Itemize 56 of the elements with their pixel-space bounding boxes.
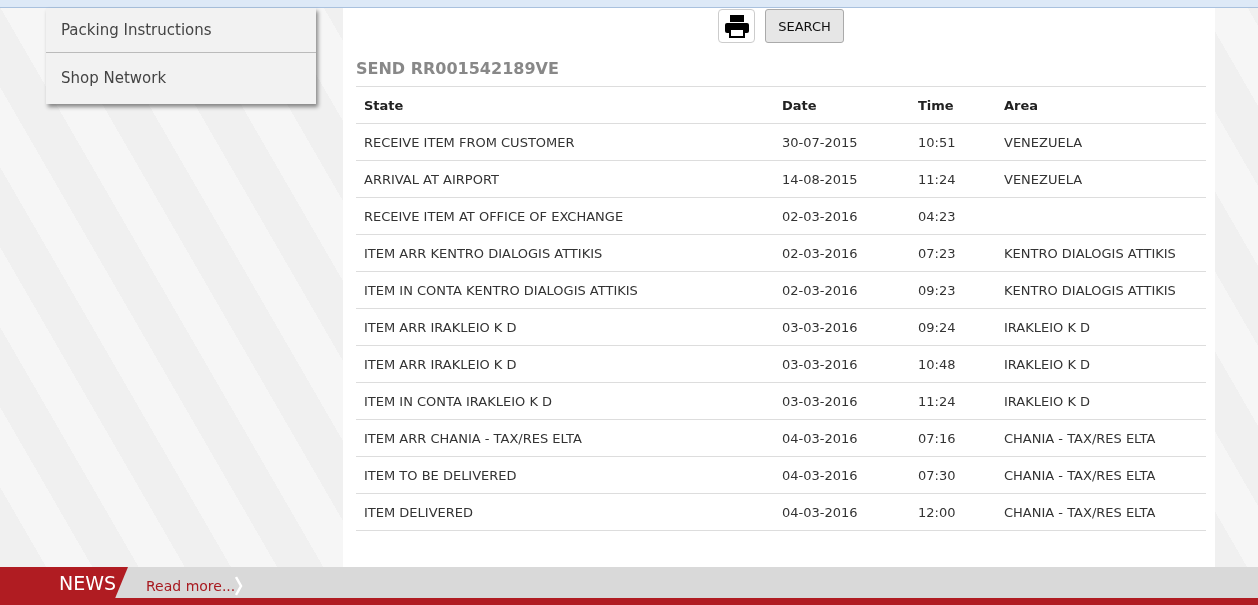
menu-item[interactable]: Shop Network [46, 52, 316, 104]
table-cell: ITEM ARR CHANIA - TAX/RES ELTA [356, 419, 774, 457]
table-cell: 04-03-2016 [774, 456, 910, 494]
table-cell: 10:51 [910, 123, 996, 161]
news-label: NEWS [0, 567, 128, 598]
table-cell: 11:24 [910, 382, 996, 420]
column-header: State [356, 87, 774, 124]
table-cell: 07:23 [910, 234, 996, 272]
table-cell: 04-03-2016 [774, 419, 910, 457]
chevron-icon [235, 575, 244, 596]
table-cell: VENEZUELA [996, 160, 1206, 198]
table-cell: 12:00 [910, 493, 996, 531]
table-cell: 04:23 [910, 197, 996, 235]
print-button[interactable] [718, 9, 756, 43]
table-cell: 03-03-2016 [774, 382, 910, 420]
table-cell: ITEM DELIVERED [356, 493, 774, 531]
table-cell: ARRIVAL AT AIRPORT [356, 160, 774, 198]
table-cell: 03-03-2016 [774, 308, 910, 346]
table-cell: KENTRO DIALOGIS ATTIKIS [996, 271, 1206, 309]
table-cell: KENTRO DIALOGIS ATTIKIS [996, 234, 1206, 272]
table-cell: RECEIVE ITEM FROM CUSTOMER [356, 123, 774, 161]
table-cell: ITEM ARR IRAKLEIO K D [356, 308, 774, 346]
table-cell: 02-03-2016 [774, 197, 910, 235]
table-cell: 07:30 [910, 456, 996, 494]
menu-item[interactable]: Packing Instructions [46, 8, 316, 52]
table-cell: CHANIA - TAX/RES ELTA [996, 419, 1206, 457]
column-header: Time [910, 87, 996, 124]
table-cell: VENEZUELA [996, 123, 1206, 161]
table-cell: ITEM ARR IRAKLEIO K D [356, 345, 774, 383]
table-cell: 02-03-2016 [774, 234, 910, 272]
table-cell: 14-08-2015 [774, 160, 910, 198]
table-cell: ITEM IN CONTA KENTRO DIALOGIS ATTIKIS [356, 271, 774, 309]
table-cell: 03-03-2016 [774, 345, 910, 383]
table-cell: 09:24 [910, 308, 996, 346]
table-cell: 11:24 [910, 160, 996, 198]
table-cell: ITEM IN CONTA IRAKLEIO K D [356, 382, 774, 420]
table-cell: RECEIVE ITEM AT OFFICE OF EXCHANGE [356, 197, 774, 235]
table-cell: 07:16 [910, 419, 996, 457]
search-button[interactable]: SEARCH [765, 9, 844, 43]
table-cell: 30-07-2015 [774, 123, 910, 161]
printer-icon [723, 14, 750, 38]
shipment-title: SEND RR001542189VE [356, 59, 1206, 87]
table-cell: CHANIA - TAX/RES ELTA [996, 493, 1206, 531]
table-cell: 10:48 [910, 345, 996, 383]
table-cell: 09:23 [910, 271, 996, 309]
table-cell: IRAKLEIO K D [996, 345, 1206, 383]
table-cell: 02-03-2016 [774, 271, 910, 309]
column-header: Area [996, 87, 1206, 124]
column-header: Date [774, 87, 910, 124]
table-cell: ITEM ARR KENTRO DIALOGIS ATTIKIS [356, 234, 774, 272]
table-cell: ITEM TO BE DELIVERED [356, 456, 774, 494]
read-more-link[interactable]: Read more... [146, 577, 236, 594]
table-cell: IRAKLEIO K D [996, 382, 1206, 420]
table-cell: 04-03-2016 [774, 493, 910, 531]
table-cell: IRAKLEIO K D [996, 308, 1206, 346]
table-cell: CHANIA - TAX/RES ELTA [996, 456, 1206, 494]
